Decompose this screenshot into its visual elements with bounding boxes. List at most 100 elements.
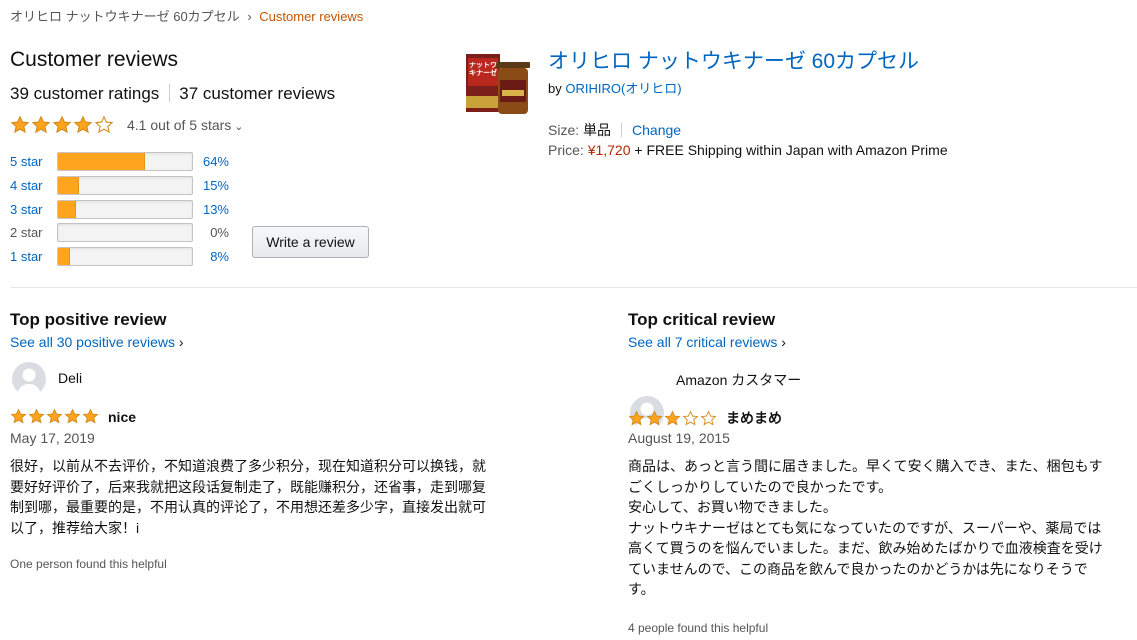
star-icon xyxy=(646,409,663,425)
product-box-text: ナットウキナーゼ xyxy=(469,62,497,77)
review-body-line: 制到哪，最重要的是，不用认真的评论了，不用想还差多少字，直接发出就可 xyxy=(10,499,486,515)
review-stars xyxy=(10,408,100,425)
histogram-percent[interactable]: 64% xyxy=(193,154,229,169)
size-divider xyxy=(621,123,623,137)
star-icon xyxy=(31,115,51,134)
product-price: Price: ¥1,720 + FREE Shipping within Jap… xyxy=(548,142,948,158)
product-image-graphic xyxy=(466,54,530,114)
histogram-row[interactable]: 4 star 15% xyxy=(10,174,229,198)
positive-review-header: nice xyxy=(10,408,136,425)
histogram-row[interactable]: 5 star 64% xyxy=(10,150,229,174)
star-icon xyxy=(52,115,72,134)
by-prefix: by xyxy=(548,81,562,96)
user-avatar-icon xyxy=(12,362,46,396)
product-image[interactable]: ナットウキナーゼ xyxy=(464,50,532,118)
review-body-line: 以了，推荐给大家！i xyxy=(10,519,140,536)
histogram-bar[interactable] xyxy=(57,176,193,196)
counts-divider xyxy=(169,84,171,102)
review-date: May 17, 2019 xyxy=(10,430,95,446)
reviewer-name[interactable]: Deli xyxy=(58,370,82,386)
price-value: ¥1,720 xyxy=(587,142,631,158)
histogram-bar[interactable] xyxy=(57,152,193,172)
helpful-count: One person found this helpful xyxy=(10,557,167,571)
histogram-bar[interactable] xyxy=(57,199,193,219)
shipping-info: + FREE Shipping within Japan with Amazon… xyxy=(634,142,948,158)
breadcrumb-separator: › xyxy=(247,9,252,24)
star-icon xyxy=(28,408,45,424)
size-label: Size: xyxy=(548,122,580,138)
chevron-right-icon: › xyxy=(781,334,786,350)
star-icon xyxy=(82,408,99,424)
star-icon xyxy=(664,409,681,425)
review-body-line: 要好好评价了，后来我就把这段话复制走了，既能赚积分，还省事，走到哪复 xyxy=(10,478,486,495)
reviews-count: 37 customer reviews xyxy=(179,84,336,103)
breadcrumb-current: Customer reviews xyxy=(259,9,364,24)
review-body-line: す。 xyxy=(628,581,655,597)
write-review-button[interactable]: Write a review xyxy=(252,226,369,258)
average-rating[interactable]: 4.1 out of 5 stars ⌄ xyxy=(10,115,244,135)
histogram-star-label[interactable]: 4 star xyxy=(10,178,57,193)
rating-histogram: 5 star 64% 4 star 15% 3 star 13% 2 star 0% 1 sta… xyxy=(10,150,229,268)
ratings-count: 39 customer ratings xyxy=(10,84,160,103)
star-icon xyxy=(46,408,63,424)
star-icon xyxy=(73,115,93,134)
histogram-bar-fill xyxy=(58,153,145,171)
product-title-link[interactable]: オリヒロ ナットウキナーゼ 60カプセル xyxy=(548,45,919,75)
section-divider xyxy=(10,287,1137,288)
rating-text[interactable]: 4.1 out of 5 stars ⌄ xyxy=(127,117,244,133)
review-body-line: 很好，以前从不去评价，不知道浪费了多少积分，现在知道积分可以换钱，就 xyxy=(10,458,486,474)
review-body-line: ナットウキナーゼはとても気になっていたのですが、スーパーや、薬局では xyxy=(628,519,1102,536)
review-counts: 39 customer ratings 37 customer reviews xyxy=(10,84,335,104)
histogram-percent[interactable]: 15% xyxy=(193,178,229,193)
histogram-star-label[interactable]: 1 star xyxy=(10,249,57,264)
review-body: 商品は、あっと言う間に届きました。早くて安く購入でき、また、梱包もす ごくしっかり… xyxy=(628,456,1133,600)
review-stars xyxy=(628,409,718,427)
positive-review-heading: Top positive review xyxy=(10,310,167,329)
review-body: 很好，以前从不去评价，不知道浪费了多少积分，现在知道积分可以换钱，就 要好好评价了… xyxy=(10,456,530,538)
histogram-bar-fill xyxy=(58,200,77,218)
product-brand-line: by ORIHIRO(オリヒロ) xyxy=(548,78,682,97)
histogram-bar-fill xyxy=(58,248,70,266)
avatar-silhouette xyxy=(18,368,40,396)
brand-link[interactable]: ORIHIRO(オリヒロ) xyxy=(565,81,681,96)
histogram-percent[interactable]: 8% xyxy=(193,249,229,264)
price-label: Price: xyxy=(548,142,584,158)
review-body-line: 高くて買うのを悩んでいました。まだ、飲み始めたばかりで血液検査を受け xyxy=(628,540,1103,556)
chevron-down-icon: ⌄ xyxy=(234,121,244,133)
size-value: 単品 xyxy=(583,122,612,138)
see-all-critical-link[interactable]: See all 7 critical reviews › xyxy=(628,334,786,350)
histogram-row[interactable]: 3 star 13% xyxy=(10,197,229,221)
star-icon xyxy=(10,115,30,134)
star-icon xyxy=(682,409,699,425)
review-date: August 19, 2015 xyxy=(628,430,730,446)
histogram-percent[interactable]: 13% xyxy=(193,202,229,217)
critical-review-heading: Top critical review xyxy=(628,310,776,329)
star-icon xyxy=(628,409,645,425)
product-size: Size: 単品 Change xyxy=(548,120,681,140)
histogram-star-label[interactable]: 3 star xyxy=(10,202,57,217)
breadcrumb: オリヒロ ナットウキナーゼ 60カプセル › Customer reviews xyxy=(10,6,363,25)
reviewer-name[interactable]: Amazon カスタマー xyxy=(676,370,801,390)
review-body-line: 商品は、あっと言う間に届きました。早くて安く購入でき、また、梱包もす xyxy=(628,458,1103,474)
rating-value-text: 4.1 out of 5 stars xyxy=(127,117,232,133)
helpful-count: 4 people found this helpful xyxy=(628,621,769,635)
histogram-star-label[interactable]: 5 star xyxy=(10,154,57,169)
histogram-row: 2 star 0% xyxy=(10,221,229,245)
star-icon xyxy=(94,115,114,134)
critical-review-header: まめまめ xyxy=(628,408,782,428)
review-body-line: ていませんので、この商品を飲んで良かったのかどうかは先になりそうで xyxy=(628,560,1088,577)
review-body-line: ごくしっかりしていたので良かったです。 xyxy=(628,478,893,495)
histogram-row[interactable]: 1 star 8% xyxy=(10,245,229,269)
see-all-positive-link[interactable]: See all 30 positive reviews › xyxy=(10,334,184,350)
histogram-bar[interactable] xyxy=(57,247,193,267)
review-title[interactable]: まめまめ xyxy=(726,408,782,428)
histogram-bar-fill xyxy=(58,177,80,195)
histogram-bar xyxy=(57,223,193,243)
star-icon xyxy=(64,408,81,424)
review-title[interactable]: nice xyxy=(108,409,136,425)
see-all-critical-label: See all 7 critical reviews xyxy=(628,334,778,350)
change-size-link[interactable]: Change xyxy=(632,122,681,138)
see-all-positive-label: See all 30 positive reviews xyxy=(10,334,175,350)
review-body-line: 安心して、お買い物できました。 xyxy=(628,499,837,515)
breadcrumb-product-link[interactable]: オリヒロ ナットウキナーゼ 60カプセル xyxy=(10,9,240,24)
